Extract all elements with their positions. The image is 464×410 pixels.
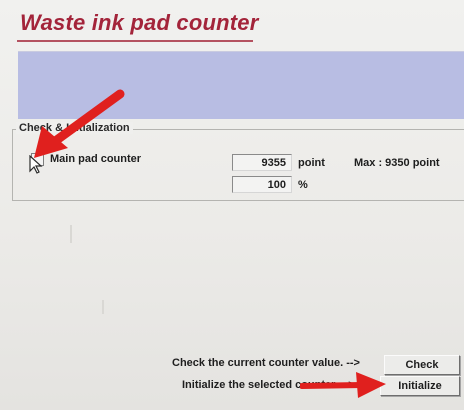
title-underline [17,40,253,42]
percent-value-field: 100 [232,176,292,193]
counter-unit-label: point [298,157,325,169]
screen-smudge [70,225,72,243]
check-button[interactable]: Check [384,355,460,375]
red-arrow-annotation [300,372,386,398]
counter-value-field: 9355 [232,154,292,171]
red-arrow-annotation [34,89,125,158]
initialize-button[interactable]: Initialize [380,376,460,396]
screen-smudge [102,300,104,314]
page-title: Waste ink pad counter [20,10,259,35]
max-value-label: Max : 9350 point [354,157,440,169]
application-window: Waste ink pad counter Check & Initializa… [0,0,464,410]
percent-unit-label: % [298,179,308,191]
